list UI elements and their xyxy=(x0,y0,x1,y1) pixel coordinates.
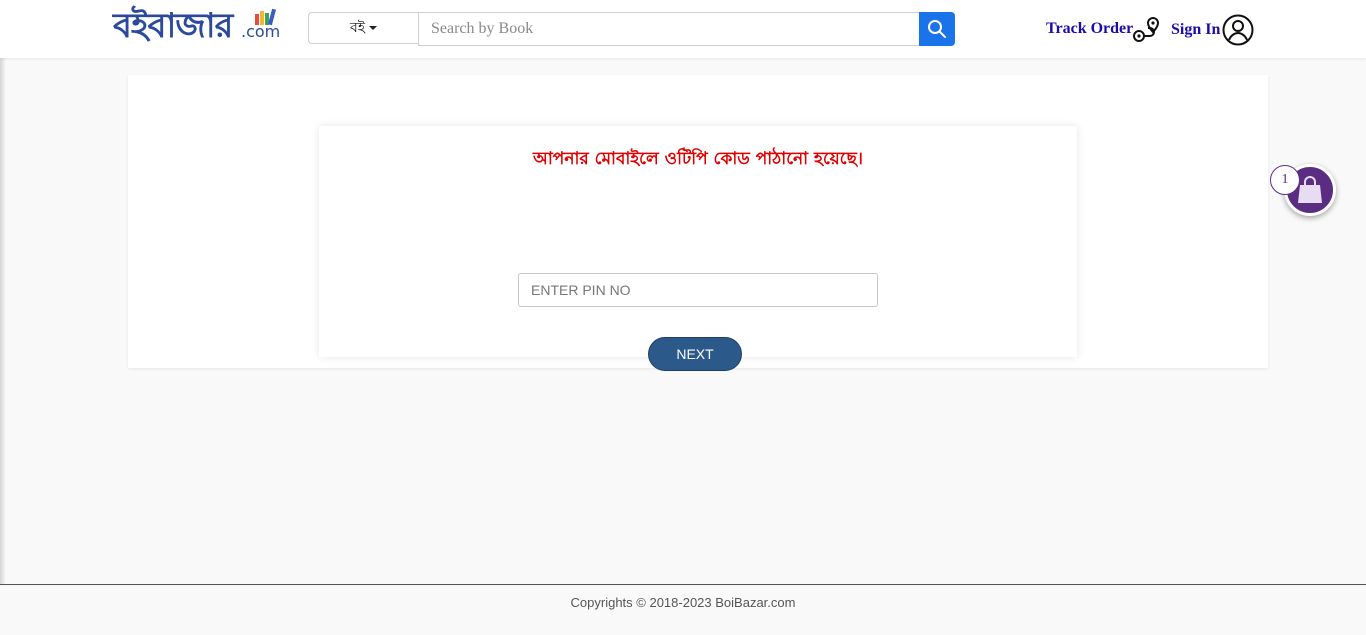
route-icon[interactable] xyxy=(1131,14,1163,44)
copyright-text: Copyrights © 2018-2023 BoiBazar.com xyxy=(570,595,796,610)
caret-down-icon xyxy=(369,26,378,30)
pin-input[interactable] xyxy=(518,273,878,307)
search-button[interactable] xyxy=(919,12,955,46)
otp-sent-message: আপনার মোবাইলে ওটিপি কোড পাঠানো হয়েছে। xyxy=(532,149,864,169)
site-header: বইবাজার .com বই Track Order Sign In xyxy=(0,0,1366,58)
shopping-bag-icon xyxy=(1298,176,1322,203)
otp-panel: আপনার মোবাইলে ওটিপি কোড পাঠানো হয়েছে। xyxy=(319,126,1077,357)
sign-in-link[interactable]: Sign In xyxy=(1171,21,1220,39)
search-input[interactable] xyxy=(418,12,920,46)
logo-text: বইবাজার xyxy=(113,6,233,46)
search-icon xyxy=(928,20,946,38)
category-dropdown[interactable]: বই xyxy=(308,12,418,44)
site-footer: Copyrights © 2018-2023 BoiBazar.com xyxy=(0,585,1366,635)
user-icon[interactable] xyxy=(1222,14,1254,46)
site-logo[interactable]: বইবাজার .com xyxy=(113,4,281,48)
page-edge-shadow xyxy=(0,52,6,584)
track-order-link[interactable]: Track Order xyxy=(1046,20,1133,38)
logo-suffix: .com xyxy=(241,22,281,41)
next-button[interactable]: NEXT xyxy=(648,337,742,371)
category-label: বই xyxy=(349,19,366,35)
cart-count-badge: 1 xyxy=(1270,165,1300,195)
